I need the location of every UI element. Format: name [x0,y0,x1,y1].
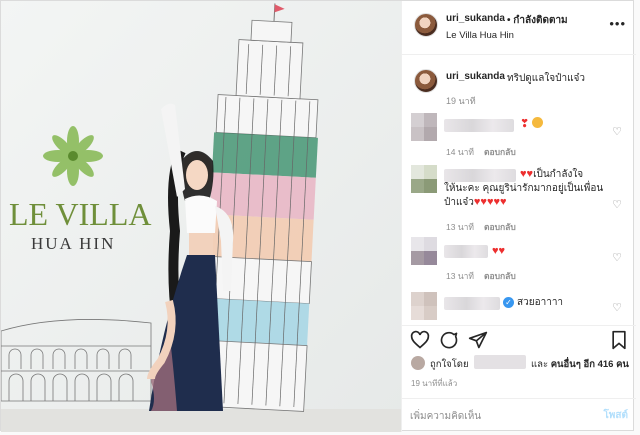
comment-avatar[interactable] [411,237,437,265]
comment-username-blurred[interactable]: █████ [444,245,488,258]
bookmark-icon[interactable] [609,330,629,350]
follow-status[interactable]: • กำลังติดตาม [507,13,568,28]
post-time[interactable]: 19 นาทีที่แล้ว [411,377,457,390]
comment-like-icon[interactable]: ♡ [612,251,622,264]
reply-button[interactable]: ตอบกลับ [484,222,516,232]
post-card: LE VILLA HUA HIN uri_sukanda • กำลังติดต… [0,0,636,432]
heart-red-icon: ♥♥♥♥♥ [473,196,507,208]
photo-logo-title: LE VILLA [9,196,152,232]
comment-input[interactable] [410,408,590,424]
comment-avatar[interactable] [411,165,437,193]
comment-reactions: ♥♥ [492,244,505,259]
caption-avatar[interactable] [414,69,438,93]
comment-meta: 13 นาที ตอบกลับ [446,271,516,281]
comment-reactions: ❣ [520,117,543,132]
verified-icon: ✓ [503,297,514,308]
liked-by-avatar[interactable] [411,356,425,370]
heart-red-icon: ❣ [520,118,530,130]
comment-text: ♥♥เป็นกำลังใจ [520,168,584,180]
location-link[interactable]: Le Villa Hua Hin [446,30,514,41]
comment-avatar[interactable] [411,113,437,141]
caption-time: 19 นาที [446,96,476,106]
comment-text: ป๋าแจ๋ว♥♥♥♥♥ [444,196,507,208]
reply-button[interactable]: ตอบกลับ [484,147,516,157]
photo-logo-subtitle: HUA HIN [31,234,116,253]
header-username[interactable]: uri_sukanda [446,13,505,24]
heart-red-icon: ♥♥ [520,168,534,180]
comment-text: สวยอาาาา [517,297,564,308]
liked-by-label: ถูกใจโดย [430,359,469,370]
share-icon[interactable] [468,330,488,350]
comment-username-blurred[interactable]: ██████████ [444,297,500,310]
comment-like-icon[interactable]: ♡ [612,198,622,211]
post-actions: ถูกใจโดย ███████ และ คนอื่นๆ อีก 416 คน … [402,325,636,409]
comment-avatar[interactable] [411,292,437,320]
caption-text: ทริปดูแลใจป๋าแจ๋ว [507,73,586,84]
comments-panel: uri_sukanda • กำลังติดตาม Le Villa Hua H… [401,1,636,432]
post-photo[interactable]: LE VILLA HUA HIN [1,1,401,432]
heart-eyes-emoji-icon [532,117,543,128]
comment-text: ให้นะคะ คุณยูริน่ารักมากอยู่เป็นเพื่อน [444,183,604,194]
comment-meta: 13 นาที ตอบกลับ [446,222,516,232]
liked-by-user-blurred[interactable]: ███████ [474,355,526,369]
comment-like-icon[interactable]: ♡ [612,301,622,314]
comment-username-blurred[interactable]: ████████ [444,119,514,132]
caption-username[interactable]: uri_sukanda [446,71,505,82]
heart-icon[interactable] [410,330,430,350]
comment-icon[interactable] [439,330,459,350]
post-header: uri_sukanda • กำลังติดตาม Le Villa Hua H… [402,1,636,55]
avatar[interactable] [414,13,438,37]
more-icon[interactable]: ••• [609,16,626,31]
heart-red-icon: ♥♥ [492,245,506,257]
reply-button[interactable]: ตอบกลับ [484,271,516,281]
comment-like-icon[interactable]: ♡ [612,125,622,138]
post-comment-button[interactable]: โพสต์ [603,408,628,423]
comment-meta: 14 นาที ตอบกลับ [446,147,516,157]
liked-by-others[interactable]: และ คนอื่นๆ อีก 416 คน [531,357,629,372]
page-background: LE VILLA HUA HIN uri_sukanda • กำลังติดต… [0,0,640,435]
comment-compose: โพสต์ [402,398,636,432]
